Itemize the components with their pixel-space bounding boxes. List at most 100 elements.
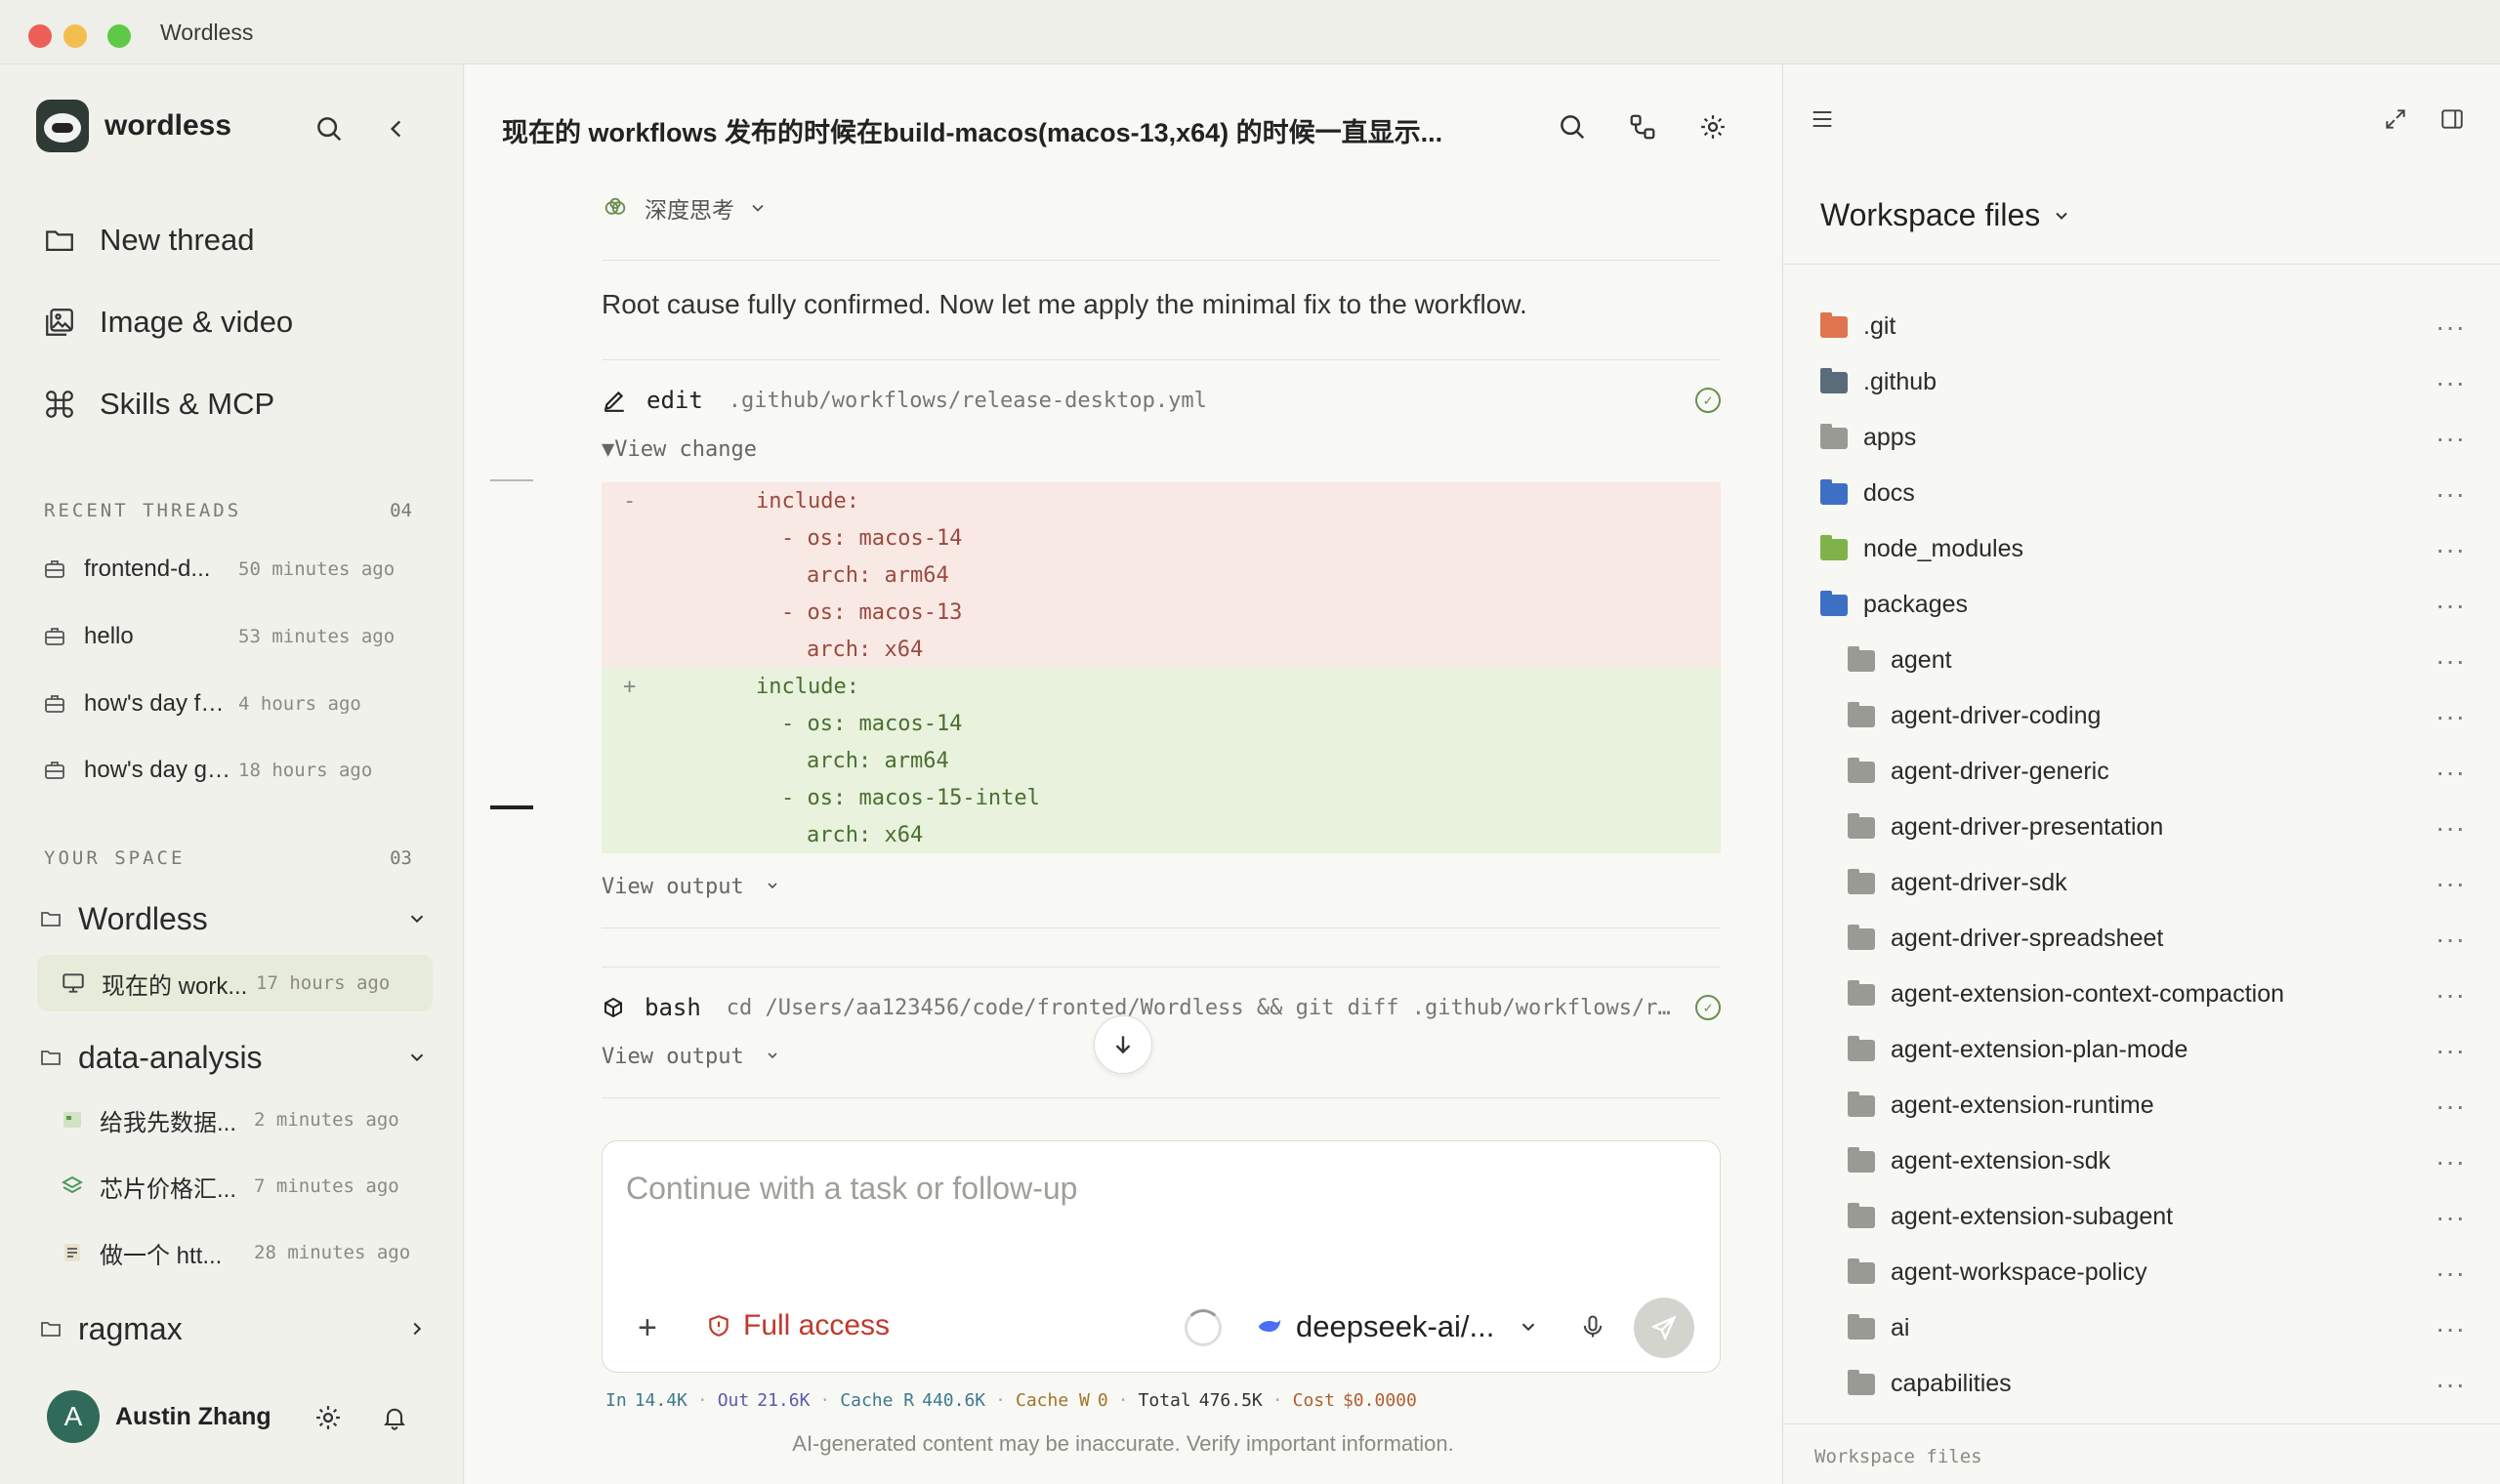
- expand-icon[interactable]: [2374, 98, 2417, 141]
- diff-code: arch: arm64: [807, 562, 949, 588]
- thinking-label: 深度思考: [645, 197, 734, 223]
- more-options-icon[interactable]: ···: [2436, 1257, 2466, 1289]
- layers-icon: [61, 1175, 84, 1194]
- file-name: node_modules: [1863, 535, 2024, 562]
- space-thread-item[interactable]: 现在的 work... 17 hours ago: [37, 955, 433, 1011]
- more-options-icon[interactable]: ···: [2436, 812, 2466, 844]
- file-tree-item[interactable]: agent-workspace-policy ···: [1783, 1245, 2500, 1300]
- file-tree-item[interactable]: node_modules ···: [1783, 521, 2500, 577]
- nav-new-thread[interactable]: New thread: [43, 223, 255, 258]
- more-options-icon[interactable]: ···: [2436, 1369, 2466, 1400]
- more-options-icon[interactable]: ···: [2436, 924, 2466, 955]
- bash-tool-call[interactable]: bash cd /Users/aa123456/code/fronted/Wor…: [602, 994, 1721, 1021]
- file-tree-item[interactable]: agent-extension-plan-mode ···: [1783, 1022, 2500, 1078]
- search-icon[interactable]: [308, 107, 351, 150]
- divider: [602, 359, 1721, 360]
- file-tree-item[interactable]: agent-extension-context-compaction ···: [1783, 967, 2500, 1022]
- branch-icon[interactable]: [1621, 105, 1664, 148]
- more-options-icon[interactable]: ···: [2436, 1091, 2466, 1122]
- thread-name: 现在的 work...: [102, 972, 248, 1000]
- space-thread-item[interactable]: 芯片价格汇... 7 minutes ago: [37, 1158, 433, 1215]
- file-tree-item[interactable]: capabilities ···: [1783, 1356, 2500, 1412]
- thinking-toggle[interactable]: 深度思考: [602, 191, 768, 225]
- chevron-down-icon[interactable]: [406, 908, 428, 929]
- view-output-toggle[interactable]: View output: [602, 875, 780, 899]
- more-options-icon[interactable]: ···: [2436, 1202, 2466, 1233]
- nav-image-video[interactable]: Image & video: [43, 305, 293, 340]
- file-tree-item[interactable]: agent-extension-runtime ···: [1783, 1078, 2500, 1134]
- scroll-to-bottom-button[interactable]: [1094, 1015, 1152, 1074]
- file-tree-item[interactable]: agent ···: [1783, 633, 2500, 688]
- file-tree-item[interactable]: agent-driver-spreadsheet ···: [1783, 911, 2500, 967]
- file-tree-item[interactable]: docs ···: [1783, 466, 2500, 521]
- bell-icon[interactable]: [373, 1396, 416, 1439]
- more-options-icon[interactable]: ···: [2436, 1035, 2466, 1066]
- folder-icon: [1820, 311, 1848, 338]
- close-window-button[interactable]: [28, 24, 52, 48]
- file-tree-item[interactable]: .github ···: [1783, 354, 2500, 410]
- zoom-window-button[interactable]: [107, 24, 131, 48]
- minimize-window-button[interactable]: [63, 24, 87, 48]
- more-options-icon[interactable]: ···: [2436, 757, 2466, 788]
- more-options-icon[interactable]: ···: [2436, 1146, 2466, 1177]
- access-mode-button[interactable]: Full access: [706, 1309, 890, 1342]
- recent-thread-item[interactable]: how's day goi... 18 hours ago: [43, 746, 424, 795]
- file-tree-item[interactable]: agent-driver-presentation ···: [1783, 800, 2500, 855]
- folder-icon: [1848, 1369, 1875, 1395]
- file-tree-item[interactable]: apps ···: [1783, 410, 2500, 466]
- divider: [602, 1097, 1721, 1098]
- edit-tool-call[interactable]: edit .github/workflows/release-desktop.y…: [602, 387, 1721, 414]
- menu-icon[interactable]: [1801, 98, 1844, 141]
- model-selector[interactable]: deepseek-ai/...: [1255, 1309, 1539, 1344]
- more-options-icon[interactable]: ···: [2436, 534, 2466, 565]
- space-thread-item[interactable]: 做一个 htt... 28 minutes ago: [37, 1224, 433, 1281]
- more-options-icon[interactable]: ···: [2436, 701, 2466, 732]
- more-options-icon[interactable]: ···: [2436, 478, 2466, 510]
- file-tree-item[interactable]: agent-driver-generic ···: [1783, 744, 2500, 800]
- recent-thread-item[interactable]: how's day feeli... 4 hours ago: [43, 680, 424, 728]
- search-icon[interactable]: [1551, 105, 1594, 148]
- gear-icon[interactable]: [307, 1396, 350, 1439]
- composer-input[interactable]: Continue with a task or follow-up: [626, 1171, 1077, 1207]
- file-name: agent-driver-spreadsheet: [1891, 925, 2164, 952]
- more-options-icon[interactable]: ···: [2436, 979, 2466, 1010]
- toggle-panel-icon[interactable]: [2431, 98, 2474, 141]
- file-tree-item[interactable]: agent-driver-sdk ···: [1783, 855, 2500, 911]
- stat-value: 14.4K: [634, 1390, 688, 1411]
- file-tree-item[interactable]: packages ···: [1783, 577, 2500, 633]
- more-options-icon[interactable]: ···: [2436, 311, 2466, 343]
- folder-open-icon: [41, 1051, 61, 1065]
- view-change-toggle[interactable]: ▼View change: [602, 437, 757, 462]
- gear-icon[interactable]: [1691, 105, 1734, 148]
- file-tree-item[interactable]: agent-driver-coding ···: [1783, 688, 2500, 744]
- space-ragmax[interactable]: ragmax: [39, 1304, 428, 1353]
- file-tree-item[interactable]: ai ···: [1783, 1300, 2500, 1356]
- more-options-icon[interactable]: ···: [2436, 590, 2466, 621]
- send-button[interactable]: [1634, 1298, 1694, 1358]
- recent-thread-item[interactable]: frontend-d... 50 minutes ago: [43, 545, 424, 594]
- space-thread-item[interactable]: 给我先数据... 2 minutes ago: [37, 1092, 433, 1148]
- recent-thread-item[interactable]: hello 53 minutes ago: [43, 612, 424, 661]
- chevron-down-icon[interactable]: [406, 1047, 428, 1068]
- space-data-analysis[interactable]: data-analysis: [39, 1033, 428, 1082]
- stat-label: Total: [1138, 1390, 1191, 1411]
- plus-icon[interactable]: +: [638, 1309, 657, 1347]
- space-wordless[interactable]: Wordless: [39, 894, 428, 943]
- microphone-icon[interactable]: [1579, 1313, 1606, 1345]
- workspace-files-dropdown[interactable]: Workspace files: [1820, 197, 2071, 233]
- collapse-sidebar-icon[interactable]: [375, 107, 418, 150]
- more-options-icon[interactable]: ···: [2436, 1313, 2466, 1344]
- more-options-icon[interactable]: ···: [2436, 868, 2466, 899]
- file-tree-item[interactable]: agent-extension-subagent ···: [1783, 1189, 2500, 1245]
- user-profile[interactable]: A Austin Zhang: [47, 1390, 271, 1443]
- more-options-icon[interactable]: ···: [2436, 645, 2466, 677]
- nav-skills-mcp[interactable]: Skills & MCP: [43, 387, 274, 422]
- file-tree-item[interactable]: .git ···: [1783, 299, 2500, 354]
- more-options-icon[interactable]: ···: [2436, 423, 2466, 454]
- footer-label: Workspace files: [1814, 1446, 1982, 1467]
- file-tree-item[interactable]: agent-extension-sdk ···: [1783, 1134, 2500, 1189]
- view-output-toggle[interactable]: View output: [602, 1045, 780, 1069]
- chevron-right-icon[interactable]: [406, 1318, 428, 1340]
- more-options-icon[interactable]: ···: [2436, 367, 2466, 398]
- diff-removed-line: - os: macos-13: [602, 594, 1721, 631]
